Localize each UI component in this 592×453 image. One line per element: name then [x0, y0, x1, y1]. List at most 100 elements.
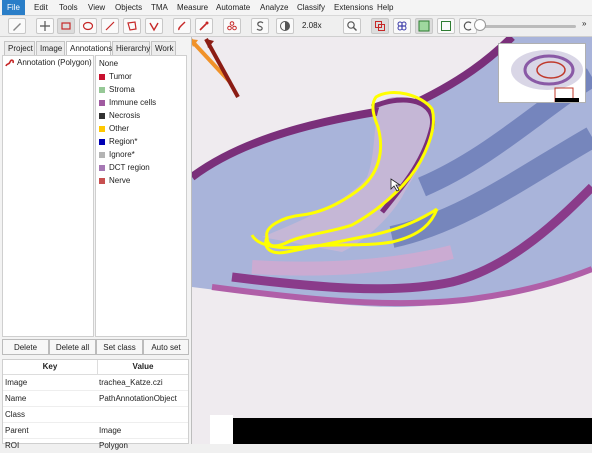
menu-tools[interactable]: Tools [59, 0, 78, 15]
points-tool-button[interactable] [223, 18, 241, 34]
class-item-immune-cells[interactable]: Immune cells [99, 96, 156, 109]
annotation-list[interactable]: Annotation (Polygon) [2, 55, 94, 337]
class-item-stroma[interactable]: Stroma [99, 83, 135, 96]
opacity-slider[interactable] [480, 25, 576, 28]
class-item-ignore[interactable]: Ignore* [99, 148, 135, 161]
row-divider [3, 422, 188, 423]
contrast-icon [280, 21, 290, 31]
class-label: None [99, 59, 119, 68]
zoom-level: 2.08x [302, 21, 322, 30]
move-tool-button[interactable] [36, 18, 54, 34]
brush-tool-button[interactable] [173, 18, 191, 34]
menu-edit[interactable]: Edit [34, 0, 48, 15]
overview-thumbnail[interactable] [498, 43, 586, 103]
toolbar-overflow-icon[interactable]: » [582, 19, 586, 28]
class-swatch [99, 112, 105, 119]
fill-icon [441, 21, 451, 31]
class-item-nerve[interactable]: Nerve [99, 174, 130, 187]
menu-view[interactable]: View [88, 0, 105, 15]
rectangle-tool-button[interactable] [57, 18, 75, 34]
row-divider [3, 406, 188, 407]
annotations-icon [375, 21, 385, 31]
property-value: PathAnnotationObject [99, 394, 177, 403]
menu-analyze[interactable]: Analyze [260, 0, 288, 15]
class-item-dct-region[interactable]: DCT region [99, 161, 150, 174]
overview-image [499, 44, 585, 103]
fill-detections-button[interactable] [437, 18, 455, 34]
menu-tma[interactable]: TMA [151, 0, 168, 15]
polygon-tool-button[interactable] [123, 18, 141, 34]
tab-annotations[interactable]: Annotations [66, 41, 112, 55]
show-objects-button[interactable] [251, 18, 269, 34]
show-annotations-button[interactable] [371, 18, 389, 34]
opacity-slider-thumb[interactable] [474, 19, 486, 31]
tma-grid-icon [397, 21, 407, 31]
property-value: Image [99, 426, 122, 435]
tab-image[interactable]: Image [36, 41, 65, 55]
toggle-sidebar-button[interactable] [8, 18, 26, 34]
row-divider [3, 438, 188, 439]
class-item-tumor[interactable]: Tumor [99, 70, 132, 83]
move-icon [40, 21, 50, 31]
menu-help[interactable]: Help [377, 0, 393, 15]
key-column-header: Key [3, 360, 98, 375]
menu-automate[interactable]: Automate [216, 0, 250, 15]
value-column-header: Value [98, 360, 188, 375]
menu-classify[interactable]: Classify [297, 0, 325, 15]
polyline-icon [149, 22, 159, 32]
rectangle-icon [61, 22, 71, 30]
property-value: Polygon [99, 441, 128, 450]
class-label: DCT region [109, 163, 150, 172]
s-icon [256, 21, 264, 31]
class-swatch [99, 125, 105, 132]
property-key: Image [5, 378, 28, 387]
show-detections-button[interactable] [415, 18, 433, 34]
annotation-label: Annotation (Polygon) [17, 58, 92, 67]
menu-file[interactable]: File [2, 0, 25, 15]
class-item-region[interactable]: Region* [99, 135, 137, 148]
wand-icon [199, 21, 209, 31]
image-edge-padding [233, 418, 592, 444]
class-item-none[interactable]: None [99, 57, 118, 70]
line-icon [105, 21, 115, 31]
class-label: Immune cells [109, 98, 157, 107]
wand-tool-button[interactable] [195, 18, 213, 34]
set-class-button[interactable]: Set class [96, 339, 143, 355]
line-tool-button[interactable] [101, 18, 119, 34]
menu-objects[interactable]: Objects [115, 0, 142, 15]
property-key: Name [5, 394, 27, 403]
list-item[interactable]: Annotation (Polygon) [5, 57, 92, 69]
polyline-tool-button[interactable] [145, 18, 163, 34]
polygon-annotation-icon [5, 59, 14, 67]
menu-measure[interactable]: Measure [177, 0, 208, 15]
properties-table: Key Value Image trachea_Katze.czi Name P… [2, 359, 189, 450]
image-viewer[interactable] [192, 37, 592, 444]
class-list[interactable]: None Tumor Stroma Immune cells Necrosis … [95, 55, 187, 337]
delete-button[interactable]: Delete [2, 339, 49, 355]
tab-project[interactable]: Project [4, 41, 35, 55]
class-label: Stroma [109, 85, 135, 94]
pencil-icon [13, 23, 21, 31]
class-item-other[interactable]: Other [99, 122, 129, 135]
class-item-necrosis[interactable]: Necrosis [99, 109, 140, 122]
brush-icon [178, 21, 186, 31]
tab-hierarchy[interactable]: Hierarchy [112, 41, 150, 55]
auto-set-button[interactable]: Auto set [143, 339, 189, 355]
c-icon [463, 21, 472, 31]
magnifier-icon [347, 21, 357, 31]
show-tma-grid-button[interactable] [393, 18, 411, 34]
menu-extensions[interactable]: Extensions [334, 0, 373, 15]
class-label: Necrosis [109, 111, 141, 120]
class-swatch [99, 151, 105, 158]
class-label: Other [109, 124, 130, 133]
class-label: Tumor [109, 72, 132, 81]
class-swatch [99, 177, 105, 184]
brightness-contrast-button[interactable] [276, 18, 294, 34]
ellipse-tool-button[interactable] [79, 18, 97, 34]
tab-workflow[interactable]: Work [151, 41, 176, 55]
delete-all-button[interactable]: Delete all [49, 339, 96, 355]
zoom-to-fit-button[interactable] [343, 18, 361, 34]
property-key: Parent [5, 426, 29, 435]
polygon-icon [127, 21, 137, 31]
class-swatch [99, 86, 105, 93]
